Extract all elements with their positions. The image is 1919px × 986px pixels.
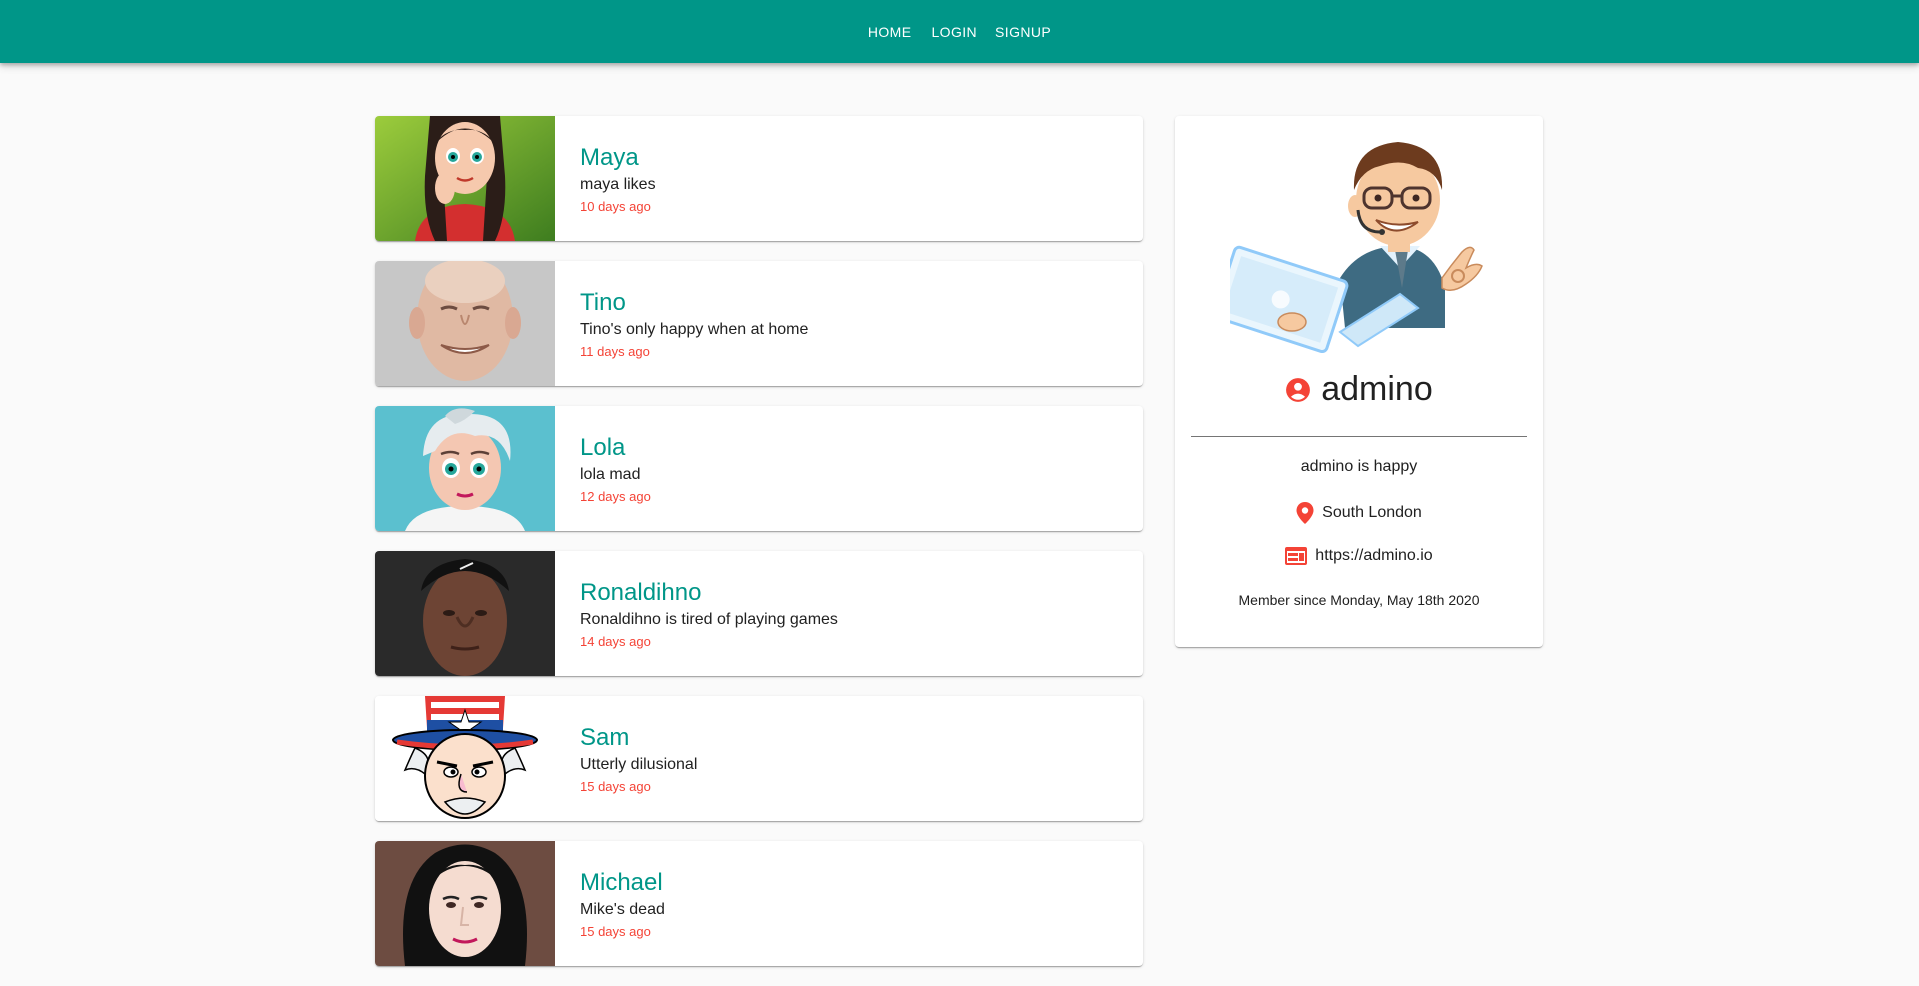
post-timestamp: 14 days ago: [580, 634, 651, 649]
post-text: lola mad: [580, 466, 641, 483]
profile-bio-row: admino is happy: [1175, 458, 1543, 476]
post-feed: Maya maya likes 10 days ago Tino Tino's …: [375, 116, 1143, 986]
post-author-name[interactable]: Michael: [580, 868, 665, 898]
post-card: Maya maya likes 10 days ago: [375, 116, 1143, 241]
post-text: maya likes: [580, 176, 656, 193]
post-body: Ronaldihno Ronaldihno is tired of playin…: [555, 551, 838, 676]
post-timestamp: 15 days ago: [580, 924, 651, 939]
post-body: Lola lola mad 12 days ago: [555, 406, 651, 531]
post-card: Ronaldihno Ronaldihno is tired of playin…: [375, 551, 1143, 676]
post-card: Michael Mike's dead 15 days ago: [375, 841, 1143, 966]
post-card: Sam Utterly dilusional 15 days ago: [375, 696, 1143, 821]
post-author-name[interactable]: Sam: [580, 723, 697, 753]
post-avatar-maya: [375, 116, 555, 241]
post-body: Sam Utterly dilusional 15 days ago: [555, 696, 697, 821]
profile-handle-link[interactable]: admino: [1321, 370, 1433, 409]
post-text: Tino's only happy when at home: [580, 321, 809, 338]
profile-website-link[interactable]: https://admino.io: [1315, 547, 1432, 565]
post-author-name[interactable]: Lola: [580, 433, 651, 463]
profile-location-row: South London: [1175, 502, 1543, 524]
profile-member-since-row: Member since Monday, May 18th 2020: [1175, 592, 1543, 608]
post-text: Mike's dead: [580, 901, 665, 918]
app-bar: HOME LOGIN SIGNUP: [0, 0, 1919, 63]
post-text: Ronaldihno is tired of playing games: [580, 611, 838, 628]
post-avatar-ronaldihno: [375, 551, 555, 676]
post-timestamp: 10 days ago: [580, 199, 651, 214]
post-timestamp: 15 days ago: [580, 779, 651, 794]
post-timestamp: 11 days ago: [580, 344, 650, 359]
post-body: Tino Tino's only happy when at home 11 d…: [555, 261, 808, 386]
nav-login-button[interactable]: LOGIN: [922, 18, 986, 46]
nav-home-button[interactable]: HOME: [859, 18, 921, 46]
post-author-name[interactable]: Tino: [580, 288, 808, 318]
post-avatar-tino: [375, 261, 555, 386]
nav-signup-button[interactable]: SIGNUP: [986, 18, 1060, 46]
profile-location: South London: [1322, 504, 1422, 521]
post-card: Lola lola mad 12 days ago: [375, 406, 1143, 531]
post-author-name[interactable]: Maya: [580, 143, 656, 173]
profile-bio: admino is happy: [1300, 458, 1418, 475]
post-avatar-michael: [375, 841, 555, 966]
profile-handle-row: admino: [1175, 370, 1543, 409]
post-timestamp: 12 days ago: [580, 489, 651, 504]
profile-image: [1212, 128, 1490, 354]
post-body: Maya maya likes 10 days ago: [555, 116, 656, 241]
location-pin-icon: [1296, 502, 1314, 524]
post-avatar-sam: [375, 696, 555, 821]
post-author-name[interactable]: Ronaldihno: [580, 578, 838, 608]
profile-divider: [1191, 436, 1527, 437]
profile-card: admino admino is happy South London http…: [1175, 116, 1543, 647]
post-avatar-lola: [375, 406, 555, 531]
post-card: Tino Tino's only happy when at home 11 d…: [375, 261, 1143, 386]
web-icon: [1285, 547, 1308, 565]
profile-member-since: Member since Monday, May 18th 2020: [1238, 592, 1480, 608]
profile-website-row: https://admino.io: [1175, 547, 1543, 565]
post-body: Michael Mike's dead 15 days ago: [555, 841, 665, 966]
account-circle-icon: [1285, 377, 1311, 403]
post-text: Utterly dilusional: [580, 756, 698, 773]
